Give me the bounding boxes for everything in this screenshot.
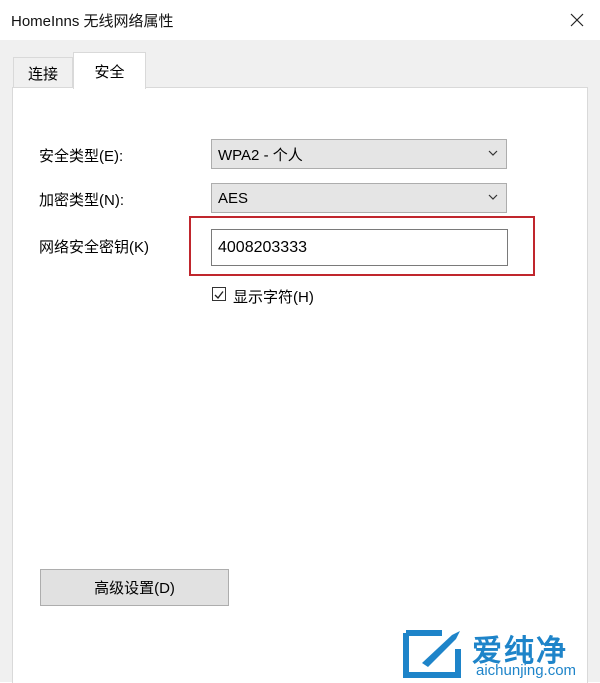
close-icon (570, 13, 584, 27)
window-title: HomeInns 无线网络属性 (11, 13, 174, 30)
show-characters-checkbox[interactable] (212, 287, 226, 301)
advanced-settings-label: 高级设置(D) (94, 580, 175, 597)
chevron-down-icon (488, 150, 498, 156)
chevron-down-icon (488, 194, 498, 200)
close-button[interactable] (554, 0, 600, 40)
security-type-value: WPA2 - 个人 (218, 146, 303, 164)
checkmark-icon (214, 291, 224, 300)
tab-security-label: 安全 (94, 63, 125, 81)
watermark-logo-icon (403, 630, 461, 678)
tab-connection-label: 连接 (27, 65, 58, 83)
tab-connection[interactable]: 连接 (13, 57, 73, 88)
network-key-label: 网络安全密钥(K) (39, 239, 149, 256)
network-key-input[interactable] (211, 229, 508, 266)
show-characters-label: 显示字符(H) (233, 289, 314, 306)
security-type-select[interactable]: WPA2 - 个人 (211, 139, 507, 169)
advanced-settings-button[interactable]: 高级设置(D) (40, 569, 229, 606)
tab-security[interactable]: 安全 (73, 52, 146, 89)
watermark-url: aichunjing.com (476, 662, 577, 679)
security-type-label: 安全类型(E): (39, 148, 124, 165)
title-bar: HomeInns 无线网络属性 (0, 0, 600, 40)
encryption-type-select[interactable]: AES (211, 183, 507, 213)
encryption-type-label: 加密类型(N): (39, 192, 124, 209)
wireless-properties-dialog: HomeInns 无线网络属性 连接 安全 安全类型(E): WPA2 - 个人… (0, 0, 600, 683)
encryption-type-value: AES (218, 189, 249, 207)
